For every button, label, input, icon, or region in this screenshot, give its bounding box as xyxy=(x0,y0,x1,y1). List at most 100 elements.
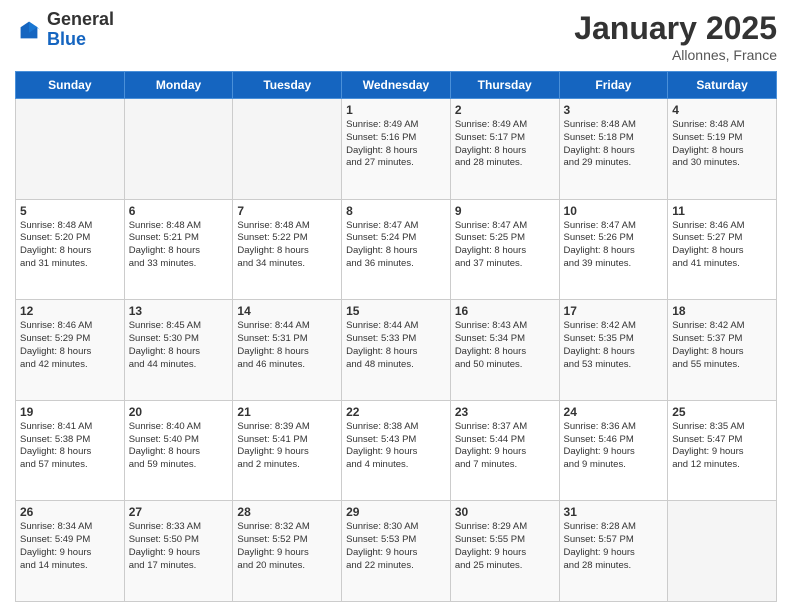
table-row xyxy=(668,501,777,602)
day-number: 22 xyxy=(346,405,446,419)
day-number: 12 xyxy=(20,304,120,318)
col-friday: Friday xyxy=(559,72,668,99)
day-number: 25 xyxy=(672,405,772,419)
title-block: January 2025 Allonnes, France xyxy=(574,10,777,63)
day-info: Sunrise: 8:44 AMSunset: 5:31 PMDaylight:… xyxy=(237,320,337,371)
table-row: 4Sunrise: 8:48 AMSunset: 5:19 PMDaylight… xyxy=(668,99,777,200)
table-row: 21 Sunrise: 8:39 AMSunset: 5:41 PMDayligh… xyxy=(233,400,342,501)
logo-text: General Blue xyxy=(47,10,114,50)
location-title: Allonnes, France xyxy=(574,47,777,63)
table-row: 17 Sunrise: 8:42 AMSunset: 5:35 PMDayligh… xyxy=(559,300,668,401)
day-info: Sunrise: 8:47 AMSunset: 5:26 PMDaylight:… xyxy=(564,220,664,271)
table-row xyxy=(233,99,342,200)
day-number: 30 xyxy=(455,505,555,519)
day-info: Sunrise: 8:37 AMSunset: 5:44 PMDaylight:… xyxy=(455,421,555,472)
day-number: 18 xyxy=(672,304,772,318)
day-number: 2 xyxy=(455,103,555,117)
day-number: 27 xyxy=(129,505,229,519)
day-info: Sunrise: 8:39 AMSunset: 5:41 PMDaylight:… xyxy=(237,421,337,472)
table-row: 13Sunrise: 8:45 AMSunset: 5:30 PMDayligh… xyxy=(124,300,233,401)
table-row: 9 Sunrise: 8:47 AMSunset: 5:25 PMDaylight… xyxy=(450,199,559,300)
day-info: Sunrise: 8:38 AMSunset: 5:43 PMDaylight:… xyxy=(346,421,446,472)
day-number: 23 xyxy=(455,405,555,419)
day-info: Sunrise: 8:32 AMSunset: 5:52 PMDaylight:… xyxy=(237,521,337,572)
day-info: Sunrise: 8:42 AMSunset: 5:37 PMDaylight:… xyxy=(672,320,772,371)
table-row: 18 Sunrise: 8:42 AMSunset: 5:37 PMDayligh… xyxy=(668,300,777,401)
logo-blue: Blue xyxy=(47,29,86,49)
day-info: Sunrise: 8:48 AMSunset: 5:21 PMDaylight:… xyxy=(129,220,229,271)
table-row: 6 Sunrise: 8:48 AMSunset: 5:21 PMDaylight… xyxy=(124,199,233,300)
day-info: Sunrise: 8:46 AMSunset: 5:29 PMDaylight:… xyxy=(20,320,120,371)
day-number: 28 xyxy=(237,505,337,519)
day-number: 19 xyxy=(20,405,120,419)
col-sunday: Sunday xyxy=(16,72,125,99)
day-number: 7 xyxy=(237,204,337,218)
col-saturday: Saturday xyxy=(668,72,777,99)
day-info: Sunrise: 8:29 AMSunset: 5:55 PMDaylight:… xyxy=(455,521,555,572)
day-info: Sunrise: 8:45 AMSunset: 5:30 PMDaylight:… xyxy=(129,320,229,371)
calendar-week-row: 12 Sunrise: 8:46 AMSunset: 5:29 PMDayligh… xyxy=(16,300,777,401)
table-row: 10 Sunrise: 8:47 AMSunset: 5:26 PMDayligh… xyxy=(559,199,668,300)
day-number: 3 xyxy=(564,103,664,117)
day-info: Sunrise: 8:35 AMSunset: 5:47 PMDaylight:… xyxy=(672,421,772,472)
calendar-week-row: 19 Sunrise: 8:41 AMSunset: 5:38 PMDayligh… xyxy=(16,400,777,501)
day-info: Sunrise: 8:42 AMSunset: 5:35 PMDaylight:… xyxy=(564,320,664,371)
logo: General Blue xyxy=(15,10,114,50)
day-number: 14 xyxy=(237,304,337,318)
day-number: 1 xyxy=(346,103,446,117)
day-info: Sunrise: 8:48 AMSunset: 5:18 PMDaylight:… xyxy=(564,119,664,170)
table-row: 26Sunrise: 8:34 AMSunset: 5:49 PMDayligh… xyxy=(16,501,125,602)
day-info: Sunrise: 8:34 AMSunset: 5:49 PMDaylight:… xyxy=(20,521,120,572)
day-number: 9 xyxy=(455,204,555,218)
logo-general: General xyxy=(47,9,114,29)
table-row: 25 Sunrise: 8:35 AMSunset: 5:47 PMDayligh… xyxy=(668,400,777,501)
table-row: 23 Sunrise: 8:37 AMSunset: 5:44 PMDayligh… xyxy=(450,400,559,501)
col-thursday: Thursday xyxy=(450,72,559,99)
table-row: 15Sunrise: 8:44 AMSunset: 5:33 PMDayligh… xyxy=(342,300,451,401)
day-number: 10 xyxy=(564,204,664,218)
table-row: 29Sunrise: 8:30 AMSunset: 5:53 PMDayligh… xyxy=(342,501,451,602)
calendar-week-row: 5 Sunrise: 8:48 AMSunset: 5:20 PMDaylight… xyxy=(16,199,777,300)
day-number: 29 xyxy=(346,505,446,519)
day-info: Sunrise: 8:48 AMSunset: 5:20 PMDaylight:… xyxy=(20,220,120,271)
table-row: 24Sunrise: 8:36 AMSunset: 5:46 PMDayligh… xyxy=(559,400,668,501)
day-info: Sunrise: 8:36 AMSunset: 5:46 PMDaylight:… xyxy=(564,421,664,472)
table-row: 14 Sunrise: 8:44 AMSunset: 5:31 PMDayligh… xyxy=(233,300,342,401)
table-row: 1Sunrise: 8:49 AMSunset: 5:16 PMDaylight… xyxy=(342,99,451,200)
table-row: 19 Sunrise: 8:41 AMSunset: 5:38 PMDayligh… xyxy=(16,400,125,501)
header: General Blue January 2025 Allonnes, Fran… xyxy=(15,10,777,63)
table-row: 12 Sunrise: 8:46 AMSunset: 5:29 PMDayligh… xyxy=(16,300,125,401)
calendar-header-row: Sunday Monday Tuesday Wednesday Thursday… xyxy=(16,72,777,99)
day-info: Sunrise: 8:47 AMSunset: 5:24 PMDaylight:… xyxy=(346,220,446,271)
day-number: 8 xyxy=(346,204,446,218)
day-info: Sunrise: 8:41 AMSunset: 5:38 PMDaylight:… xyxy=(20,421,120,472)
table-row: 2 Sunrise: 8:49 AMSunset: 5:17 PMDaylight… xyxy=(450,99,559,200)
table-row: 5 Sunrise: 8:48 AMSunset: 5:20 PMDaylight… xyxy=(16,199,125,300)
table-row: 28 Sunrise: 8:32 AMSunset: 5:52 PMDayligh… xyxy=(233,501,342,602)
day-number: 21 xyxy=(237,405,337,419)
table-row: 8 Sunrise: 8:47 AMSunset: 5:24 PMDaylight… xyxy=(342,199,451,300)
day-info: Sunrise: 8:49 AMSunset: 5:17 PMDaylight:… xyxy=(455,119,555,170)
day-info: Sunrise: 8:43 AMSunset: 5:34 PMDaylight:… xyxy=(455,320,555,371)
calendar-week-row: 1Sunrise: 8:49 AMSunset: 5:16 PMDaylight… xyxy=(16,99,777,200)
day-info: Sunrise: 8:28 AMSunset: 5:57 PMDaylight:… xyxy=(564,521,664,572)
day-number: 11 xyxy=(672,204,772,218)
col-wednesday: Wednesday xyxy=(342,72,451,99)
day-info: Sunrise: 8:48 AMSunset: 5:22 PMDaylight:… xyxy=(237,220,337,271)
table-row: 20Sunrise: 8:40 AMSunset: 5:40 PMDayligh… xyxy=(124,400,233,501)
table-row: 30 Sunrise: 8:29 AMSunset: 5:55 PMDayligh… xyxy=(450,501,559,602)
day-number: 5 xyxy=(20,204,120,218)
month-title: January 2025 xyxy=(574,10,777,47)
col-tuesday: Tuesday xyxy=(233,72,342,99)
day-number: 6 xyxy=(129,204,229,218)
calendar-week-row: 26Sunrise: 8:34 AMSunset: 5:49 PMDayligh… xyxy=(16,501,777,602)
day-info: Sunrise: 8:47 AMSunset: 5:25 PMDaylight:… xyxy=(455,220,555,271)
day-info: Sunrise: 8:33 AMSunset: 5:50 PMDaylight:… xyxy=(129,521,229,572)
table-row: 16Sunrise: 8:43 AMSunset: 5:34 PMDayligh… xyxy=(450,300,559,401)
page: General Blue January 2025 Allonnes, Fran… xyxy=(0,0,792,612)
day-number: 17 xyxy=(564,304,664,318)
table-row: 11Sunrise: 8:46 AMSunset: 5:27 PMDayligh… xyxy=(668,199,777,300)
calendar-table: Sunday Monday Tuesday Wednesday Thursday… xyxy=(15,71,777,602)
table-row: 27 Sunrise: 8:33 AMSunset: 5:50 PMDayligh… xyxy=(124,501,233,602)
day-info: Sunrise: 8:48 AMSunset: 5:19 PMDaylight:… xyxy=(672,119,772,170)
